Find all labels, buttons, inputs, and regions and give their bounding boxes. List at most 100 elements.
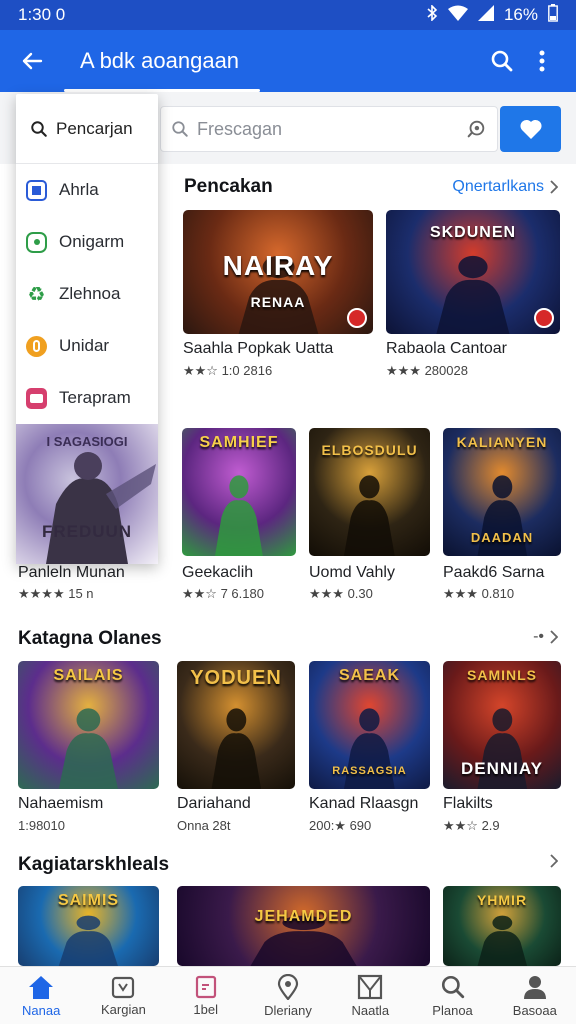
dropdown-item-label: Unidar	[59, 336, 110, 355]
dropdown-item-terapram[interactable]: Terapram	[16, 372, 158, 424]
more-vert-icon	[539, 50, 545, 72]
section-arrows: -•	[533, 628, 544, 645]
character-silhouette-icon	[58, 708, 119, 789]
game-art-title: SAILAIS	[53, 667, 124, 684]
character-silhouette-icon	[436, 255, 510, 334]
game-art-title: YHMIR	[476, 892, 528, 908]
back-button[interactable]	[14, 43, 50, 79]
game-meta: 1:98010	[18, 818, 65, 833]
battery-text: 16%	[503, 5, 538, 24]
status-bar: 1:30 0 16%	[0, 0, 576, 30]
game-art-title: SAMHIEF	[199, 434, 279, 451]
more-button[interactable]	[522, 41, 562, 81]
game-rating: ★★☆ 7 6.180	[182, 586, 264, 601]
nav-item-dleriany[interactable]: Dleriany	[247, 967, 329, 1024]
dropdown-search-label: Pencarjan	[56, 118, 133, 138]
wifi-icon	[447, 5, 468, 26]
game-art-title: ELBOSDULU	[321, 442, 418, 458]
see-all-label: Qnertarlkans	[452, 178, 544, 195]
voice-search-icon[interactable]	[465, 118, 487, 140]
game-art-title: SAEAK	[338, 667, 400, 684]
badge-icon	[534, 308, 554, 328]
nav-label: 1bel	[193, 1001, 218, 1017]
game-card[interactable]: SAEAK RASSAGSIA Kanad Rlaasgn 200:★ 690	[309, 661, 430, 836]
person-icon	[523, 975, 546, 999]
character-silhouette-icon	[211, 708, 261, 789]
page-title: A bdk aoangaan	[80, 48, 240, 73]
dropdown-item-unidar[interactable]: Unidar	[16, 320, 158, 372]
section-more-button[interactable]: -•	[533, 628, 558, 646]
game-thumbnail: SAMHIEF	[182, 428, 296, 556]
banner-subtitle: FREDUUN	[41, 522, 133, 541]
search-icon	[491, 50, 513, 72]
search-button[interactable]	[482, 41, 522, 81]
game-thumbnail: SAMINLS DENNIAY	[443, 661, 561, 789]
warrior-figure-icon	[46, 452, 156, 564]
dropdown-item-label: Ahrla	[59, 180, 99, 199]
game-card[interactable]: SAMINLS DENNIAY Flakilts ★★☆ 2.9	[443, 661, 561, 836]
nav-label: Naatla	[351, 1002, 390, 1018]
section-more-button[interactable]	[550, 854, 559, 873]
dropdown-item-ahrla[interactable]: Ahrla	[16, 164, 158, 216]
bottom-navigation: Nanaa Kargian 1bel Dleriany Naatla Plano…	[0, 966, 576, 1024]
nav-item-1bel[interactable]: 1bel	[165, 967, 247, 1024]
game-title: Geekaclih	[182, 564, 254, 581]
coin-icon	[26, 335, 47, 357]
game-card[interactable]: YODUEN Dariahand Onna 28t	[177, 661, 295, 836]
game-thumbnail: YODUEN	[177, 661, 295, 789]
shield-icon	[26, 231, 47, 253]
game-art-subtitle: DENNIAY	[461, 759, 543, 778]
nav-item-naatla[interactable]: Naatla	[329, 967, 411, 1024]
game-card[interactable]: YHMIR	[443, 886, 561, 966]
game-thumbnail: SAEAK RASSAGSIA	[309, 661, 430, 789]
game-rating: ★★★ 280028	[386, 363, 468, 378]
dropdown-item-label: Zlehnoa	[59, 284, 121, 303]
game-card[interactable]: SAILAIS Nahaemism 1:98010	[18, 661, 159, 836]
game-art-title: SAIMIS	[57, 892, 120, 909]
nav-item-kargian[interactable]: Kargian	[82, 967, 164, 1024]
game-card[interactable]: SAIMIS	[18, 886, 159, 966]
game-title: Saahla Popkak Uatta	[183, 340, 334, 357]
game-thumbnail: KALIANYEN DAADAN	[443, 428, 561, 556]
status-time: 1:30 0	[18, 5, 66, 24]
game-card[interactable]: NAIRAY RENAA Saahla Popkak Uatta ★★☆ 1:0…	[183, 210, 373, 390]
location-icon	[277, 973, 299, 1000]
nav-label: Basoaa	[512, 1002, 557, 1018]
badge-icon	[347, 308, 367, 328]
dropdown-search-item[interactable]: Pencarjan	[16, 94, 158, 164]
section-title-kagiatar: Kagiatarskhleals	[18, 854, 170, 875]
dropdown-item-zlehnoa[interactable]: ♻ Zlehnoa	[16, 268, 158, 320]
nav-item-planoa[interactable]: Planoa	[411, 967, 493, 1024]
calendar-icon	[112, 976, 135, 998]
game-title: Flakilts	[443, 795, 493, 812]
game-card[interactable]: JEHAMDED	[177, 886, 430, 966]
game-card[interactable]: KALIANYEN DAADAN Paakd6 Sarna ★★★ 0.810	[443, 428, 561, 608]
search-input[interactable]: Frescagan	[160, 106, 498, 152]
search-icon	[441, 975, 464, 998]
game-card[interactable]: SKDUNEN Rabaola Cantoar ★★★ 280028	[386, 210, 560, 390]
game-art-subtitle: RASSAGSIA	[332, 765, 407, 777]
chevron-right-icon	[550, 180, 558, 194]
game-thumbnail: JEHAMDED	[177, 886, 430, 966]
game-thumbnail: SAILAIS	[18, 661, 159, 789]
game-title: Panleln Munan	[18, 564, 125, 581]
recycle-icon: ♻	[27, 283, 46, 306]
game-card[interactable]: ELBOSDULU Uomd Vahly ★★★ 0.30	[309, 428, 430, 608]
game-rating: ★★★ 0.810	[443, 586, 515, 601]
game-meta: Onna 28t	[177, 818, 231, 833]
see-all-link[interactable]: Qnertarlkans	[452, 178, 558, 196]
game-card[interactable]: SAMHIEF Geekaclih ★★☆ 7 6.180	[182, 428, 296, 608]
nav-item-home[interactable]: Nanaa	[0, 967, 82, 1024]
game-art-title: NAIRAY	[222, 250, 334, 281]
status-icons: 16%	[426, 3, 558, 27]
game-title: Paakd6 Sarna	[443, 564, 545, 581]
nav-item-basoaa[interactable]: Basoaa	[494, 967, 576, 1024]
game-art-title: KALIANYEN	[456, 434, 548, 450]
favorite-button[interactable]	[500, 106, 561, 152]
dropdown-item-label: Onigarm	[59, 232, 125, 251]
dropdown-banner[interactable]: I SAGASIOGI FREDUUN	[16, 424, 158, 564]
nav-label: Dleriany	[264, 1002, 312, 1018]
dropdown-item-onigarm[interactable]: Onigarm	[16, 216, 158, 268]
nav-label: Nanaa	[21, 1002, 61, 1018]
character-silhouette-icon	[477, 915, 527, 966]
